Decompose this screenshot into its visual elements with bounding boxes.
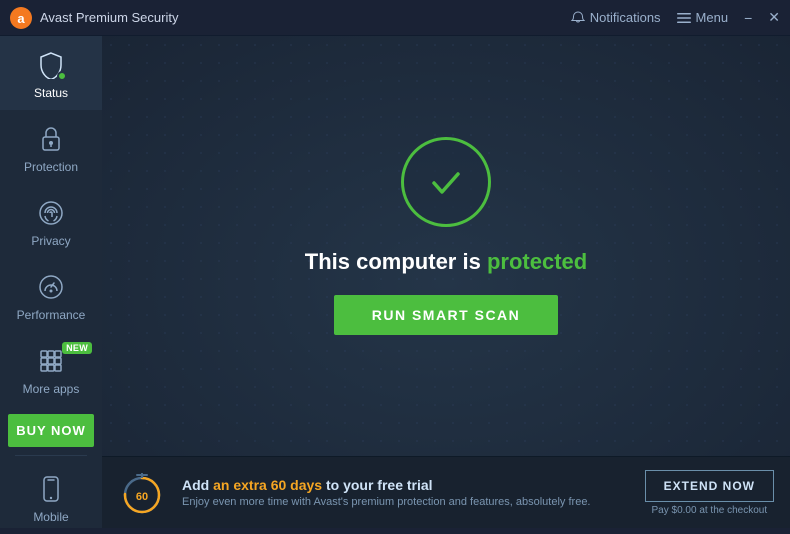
run-smart-scan-button[interactable]: RUN SMART SCAN: [334, 295, 559, 335]
mobile-phone-icon: [42, 476, 60, 502]
performance-icon-wrap: [36, 272, 66, 302]
minimize-button[interactable]: −: [744, 10, 752, 26]
privacy-fingerprint-icon: [37, 199, 65, 227]
menu-button[interactable]: Menu: [677, 10, 729, 25]
content-inner: This computer is protected RUN SMART SCA…: [102, 36, 790, 456]
protection-lock-icon: [38, 125, 64, 153]
protected-text-highlight: protected: [487, 249, 587, 274]
extend-sub-text: Pay $0.00 at the checkout: [652, 505, 768, 516]
sidebar-more-apps-label: More apps: [23, 382, 80, 396]
menu-label: Menu: [696, 10, 729, 25]
main-layout: Status Protection: [0, 36, 790, 528]
sidebar-item-more-apps[interactable]: NEW More apps: [0, 332, 102, 406]
titlebar-right: Notifications Menu − ✕: [571, 9, 780, 26]
svg-text:a: a: [17, 11, 25, 26]
protected-text: This computer is protected: [305, 249, 587, 275]
extend-now-button[interactable]: EXTEND NOW: [645, 470, 774, 502]
sidebar-status-label: Status: [34, 86, 68, 100]
menu-icon: [677, 11, 691, 25]
more-apps-icon-wrap: [36, 346, 66, 376]
status-icon-wrap: [36, 50, 66, 80]
notifications-button[interactable]: Notifications: [571, 10, 661, 25]
avast-logo-icon: a: [10, 7, 32, 29]
close-button[interactable]: ✕: [768, 9, 780, 26]
banner-subtitle: Enjoy even more time with Avast's premiu…: [182, 496, 629, 508]
extend-button-wrap: EXTEND NOW Pay $0.00 at the checkout: [645, 470, 774, 516]
new-badge: NEW: [62, 342, 92, 354]
sidebar-bottom: BUY NOW Mobile: [0, 406, 102, 534]
bottom-banner: 60 Add an extra 60 days to your free tri…: [102, 456, 790, 528]
checkmark-icon: [424, 160, 468, 204]
banner-title-highlight: an extra 60 days: [213, 477, 322, 493]
sidebar-divider: [15, 455, 86, 456]
buy-now-button[interactable]: BUY NOW: [8, 414, 94, 447]
banner-title-prefix: Add: [182, 477, 213, 493]
banner-title: Add an extra 60 days to your free trial: [182, 477, 629, 493]
mobile-icon-wrap: [36, 474, 66, 504]
banner-text: Add an extra 60 days to your free trial …: [182, 477, 629, 508]
notifications-label: Notifications: [590, 10, 661, 25]
timer-icon-wrap: 60: [118, 469, 166, 517]
main-content: This computer is protected RUN SMART SCA…: [102, 36, 790, 528]
sidebar-item-protection[interactable]: Protection: [0, 110, 102, 184]
sidebar-mobile-label: Mobile: [33, 510, 68, 524]
sidebar-protection-label: Protection: [24, 160, 78, 174]
sidebar-item-status[interactable]: Status: [0, 36, 102, 110]
protection-icon-wrap: [36, 124, 66, 154]
performance-gauge-icon: [37, 273, 65, 301]
sidebar-item-privacy[interactable]: Privacy: [0, 184, 102, 258]
timer-svg-icon: 60: [118, 469, 166, 517]
more-apps-grid-icon: [37, 347, 65, 375]
protected-text-prefix: This computer is: [305, 249, 487, 274]
titlebar: a Avast Premium Security Notifications M…: [0, 0, 790, 36]
titlebar-left: a Avast Premium Security: [10, 7, 178, 29]
sidebar-item-mobile[interactable]: Mobile: [0, 460, 102, 534]
privacy-icon-wrap: [36, 198, 66, 228]
status-active-dot: [57, 71, 67, 81]
sidebar-performance-label: Performance: [17, 308, 86, 322]
sidebar-privacy-label: Privacy: [31, 234, 70, 248]
protected-status-circle: [401, 137, 491, 227]
banner-title-suffix: to your free trial: [322, 477, 432, 493]
bell-icon: [571, 11, 585, 25]
app-title: Avast Premium Security: [40, 10, 178, 25]
svg-text:60: 60: [136, 491, 148, 503]
sidebar: Status Protection: [0, 36, 102, 528]
sidebar-item-performance[interactable]: Performance: [0, 258, 102, 332]
